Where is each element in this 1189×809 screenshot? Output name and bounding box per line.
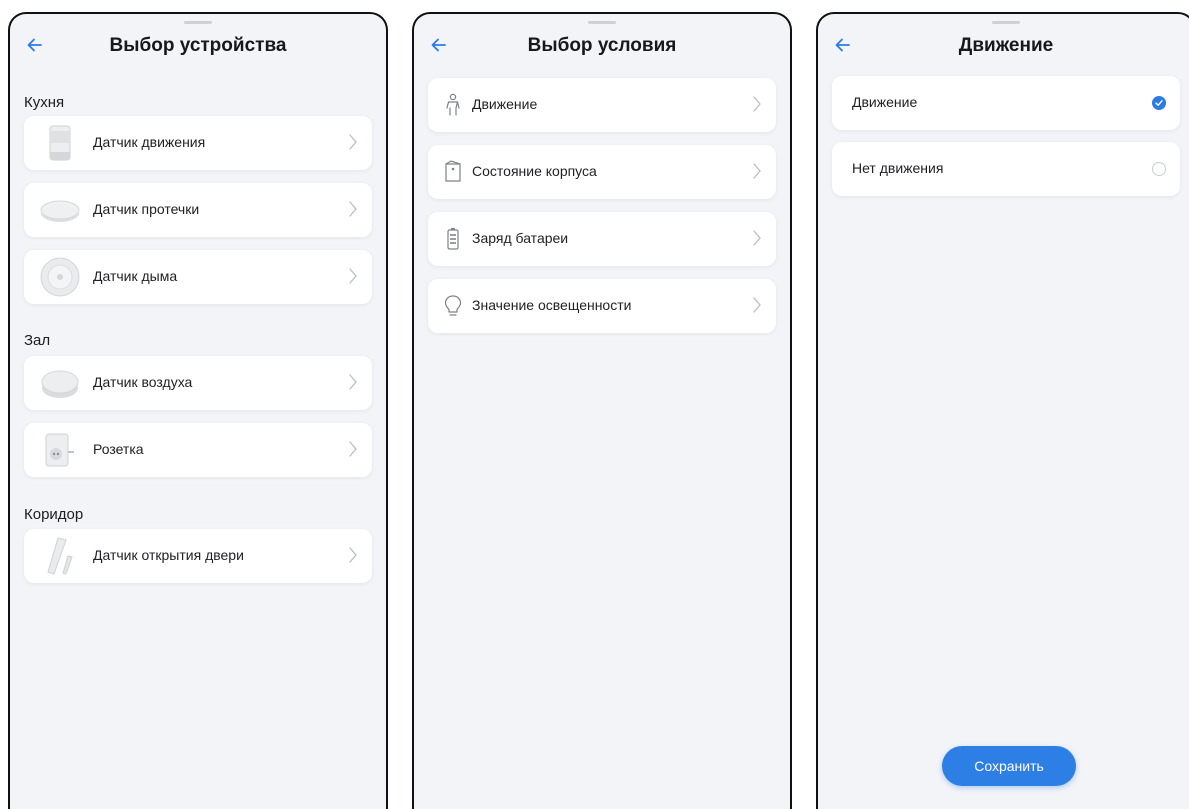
page-title: Движение [958,35,1054,56]
condition-item-battery[interactable]: Заряд батареи [428,212,776,266]
door-sensor-image [47,537,73,575]
radio-unselected[interactable] [1152,162,1166,176]
radio-selected[interactable] [1152,96,1166,110]
option-motion[interactable]: Движение [832,76,1180,130]
sheet-grabber[interactable] [184,21,212,24]
condition-selection-screen: Выбор условия Движение Состояние корпуса… [412,12,792,809]
header: Выбор условия [414,32,790,62]
device-item-socket[interactable]: Розетка [24,423,372,477]
condition-item-illuminance[interactable]: Значение освещенности [428,279,776,333]
arrow-left-icon [27,38,42,52]
condition-item-case-state[interactable]: Состояние корпуса [428,145,776,199]
chevron-right-icon [753,96,761,112]
battery-icon [447,228,459,250]
arrow-left-icon [431,38,446,52]
arrow-left-icon [835,38,850,52]
smoke-sensor-image [40,257,80,297]
device-label: Датчик дыма [93,268,178,284]
section-title-kitchen: Кухня [24,94,65,111]
save-button[interactable]: Сохранить [942,746,1076,786]
socket-image [45,433,74,467]
section-title-hall: Зал [24,332,51,349]
device-label: Датчик открытия двери [93,547,244,563]
option-label: Нет движения [852,160,944,176]
motion-condition-screen: Движение Движение Нет движения Сохранить [816,12,1189,809]
chevron-right-icon [753,297,761,313]
device-item-leak-sensor[interactable]: Датчик протечки [24,183,372,237]
option-no-motion[interactable]: Нет движения [832,142,1180,196]
person-icon [446,93,460,116]
air-sensor-image [41,370,79,398]
device-item-door-sensor[interactable]: Датчик открытия двери [24,529,372,583]
header: Выбор устройства [10,32,386,62]
device-label: Розетка [93,441,144,457]
back-button[interactable] [428,34,456,60]
chevron-right-icon [349,134,357,150]
device-item-air-sensor[interactable]: Датчик воздуха [24,356,372,410]
chevron-right-icon [349,547,357,563]
leak-sensor-image [40,200,80,222]
section-title-corridor: Коридор [24,506,84,523]
sheet-grabber[interactable] [588,21,616,24]
device-item-smoke-sensor[interactable]: Датчик дыма [24,250,372,304]
chevron-right-icon [349,201,357,217]
chevron-right-icon [753,230,761,246]
device-label: Датчик протечки [93,201,200,217]
condition-label: Движение [472,96,538,112]
device-label: Датчик движения [93,134,206,150]
case-icon [445,160,461,182]
chevron-right-icon [349,441,357,457]
check-icon [1155,100,1163,106]
condition-label: Значение освещенности [472,297,632,313]
header: Движение [818,32,1189,62]
sheet-grabber[interactable] [992,21,1020,24]
back-button[interactable] [24,34,52,60]
motion-sensor-image [49,125,71,161]
page-title: Выбор условия [527,35,677,56]
back-button[interactable] [832,34,860,60]
chevron-right-icon [753,163,761,179]
device-selection-screen: Выбор устройства Кухня Датчик движения Д… [8,12,388,809]
chevron-right-icon [349,268,357,284]
chevron-right-icon [349,374,357,390]
device-item-motion-sensor[interactable]: Датчик движения [24,116,372,170]
lightbulb-icon [444,295,462,316]
device-label: Датчик воздуха [93,374,193,390]
option-label: Движение [852,94,918,110]
page-title: Выбор устройства [109,35,287,56]
condition-label: Заряд батареи [472,230,569,246]
condition-item-motion[interactable]: Движение [428,78,776,132]
condition-label: Состояние корпуса [472,163,597,179]
